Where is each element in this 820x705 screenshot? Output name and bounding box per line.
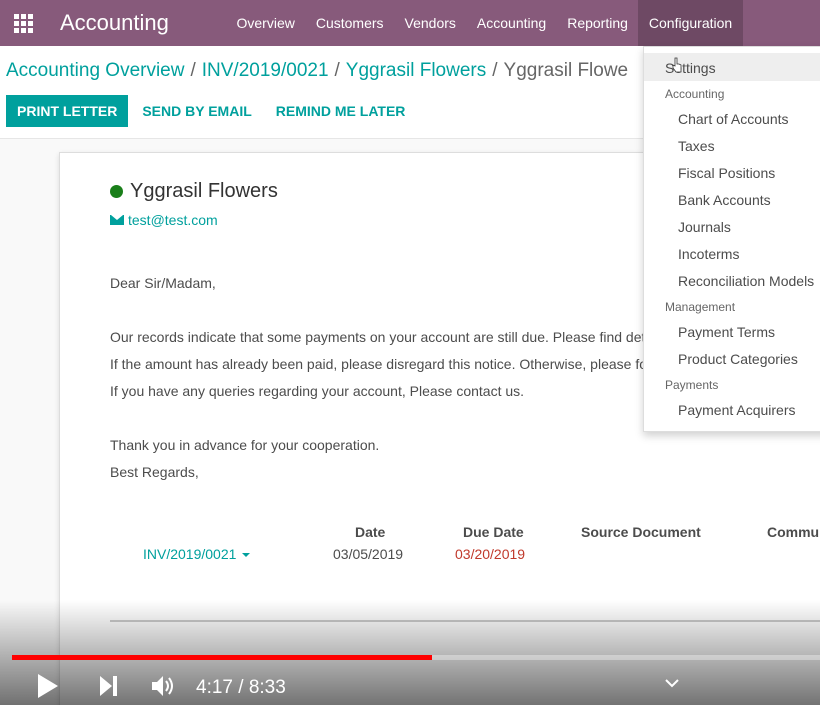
volume-icon[interactable] [150,672,176,700]
column-header-date: Date [355,524,386,540]
top-navbar: Accounting Overview Customers Vendors Ac… [0,0,820,46]
dropdown-chart-of-accounts[interactable]: Chart of Accounts [678,111,789,127]
menu-accounting[interactable]: Accounting [466,0,556,46]
dropdown-taxes[interactable]: Taxes [678,138,715,154]
dropdown-product-categories[interactable]: Product Categories [678,351,798,367]
dropdown-fiscal-positions[interactable]: Fiscal Positions [678,165,775,181]
invoice-date: 03/05/2019 [333,546,404,562]
breadcrumb-separator: / [334,60,340,81]
partner-email-text[interactable]: test@test.com [128,212,218,228]
status-dot-icon [110,185,123,198]
letter-line-2: If the amount has already been paid, ple… [110,356,652,372]
menu-configuration[interactable]: Configuration [638,0,743,46]
dropdown-payment-acquirers[interactable]: Payment Acquirers [678,402,796,418]
breadcrumb: Accounting Overview / INV/2019/0021/Yggras… [6,60,628,82]
breadcrumb-separator: / [190,60,196,81]
column-header-source-document: Source Document [581,524,701,540]
send-by-email-button[interactable]: SEND BY EMAIL [142,103,251,119]
dropdown-reconciliation-models[interactable]: Reconciliation Models [678,273,814,289]
section-header-accounting: Accounting [665,87,725,101]
menu-reporting[interactable]: Reporting [557,0,639,46]
column-header-communication: Commun [767,524,820,540]
video-time: 4:17 / 8:33 [196,677,286,698]
column-header-due-date: Due Date [463,524,524,540]
partner-name[interactable]: Yggrasil Flowers [130,180,278,203]
breadcrumb-current: Yggrasil Flowe [503,60,629,81]
play-icon[interactable] [36,672,60,700]
action-bar: PRINT LETTER SEND BY EMAIL REMIND ME LAT… [6,95,415,127]
video-controls-overlay [0,600,820,705]
menu-vendors[interactable]: Vendors [394,0,466,46]
letter-greeting: Dear Sir/Madam, [110,275,216,291]
next-icon[interactable] [98,672,120,700]
dropdown-incoterms[interactable]: Incoterms [678,246,739,262]
section-header-management: Management [665,300,736,314]
dropdown-payment-terms[interactable]: Payment Terms [678,324,775,340]
menu-customers[interactable]: Customers [305,0,394,46]
menu-overview[interactable]: Overview [226,0,305,46]
envelope-icon [110,215,124,225]
letter-regards: Best Regards, [110,464,199,480]
letter-thanks: Thank you in advance for your cooperatio… [110,437,380,453]
letter-line-1: Our records indicate that some payments … [110,329,654,345]
print-letter-button[interactable]: PRINT LETTER [6,95,129,127]
letter-line-3: If you have any queries regarding your a… [110,383,525,399]
breadcrumb-partner[interactable]: Yggrasil Flowers [346,60,486,81]
main-menu: Overview Customers Vendors Accounting Re… [226,0,743,46]
video-progress-bar[interactable] [12,655,820,660]
invoice-link[interactable]: INV/2019/0021 [143,546,251,562]
partner-header: Yggrasil Flowers [110,180,278,203]
partner-email[interactable]: test@test.com [110,212,218,228]
dropdown-bank-accounts[interactable]: Bank Accounts [678,192,771,208]
breadcrumb-invoice[interactable]: INV/2019/0021 [202,60,329,81]
invoice-due-date: 03/20/2019 [455,546,526,562]
apps-grid-icon[interactable] [0,0,46,46]
caret-down-icon[interactable] [242,553,251,558]
hand-cursor-icon [672,57,682,73]
remind-me-later-button[interactable]: REMIND ME LATER [276,103,406,119]
section-header-payments: Payments [665,378,719,392]
breadcrumb-accounting-overview[interactable]: Accounting Overview [6,60,184,81]
dropdown-journals[interactable]: Journals [678,219,731,235]
chevron-down-icon[interactable] [665,678,679,688]
configuration-dropdown: Settings Accounting Chart of Accounts Ta… [643,46,820,432]
app-title: Accounting [60,10,169,35]
invoice-number[interactable]: INV/2019/0021 [143,546,236,562]
breadcrumb-separator: / [492,60,498,81]
video-progress-fill [12,655,433,660]
